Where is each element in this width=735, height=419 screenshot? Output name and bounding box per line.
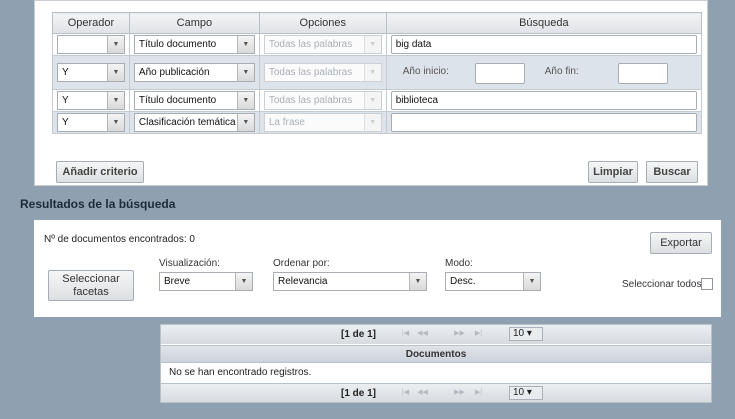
first-page-icon[interactable]: |◀ [398, 387, 413, 399]
criteria-row: Y ▼ Año publicación ▼ Todas las palabras ▼ … [52, 55, 703, 90]
prev-page-icon[interactable]: ◀◀ [415, 328, 430, 340]
year-start-label: Año inicio: [402, 65, 449, 77]
operator-select[interactable]: Y ▼ [57, 113, 125, 132]
first-page-icon[interactable]: |◀ [398, 328, 413, 340]
next-page-icon[interactable]: ▶▶ [452, 328, 467, 340]
field-select[interactable]: Título documento ▼ [133, 35, 255, 54]
export-button[interactable]: Exportar [650, 232, 712, 254]
page-size-select[interactable]: 10 ▾ [509, 386, 543, 400]
chevron-down-icon: ▼ [363, 36, 381, 53]
search-button[interactable]: Buscar [646, 161, 698, 183]
criteria-row: Y ▼ Clasificación temática ▼ La frase ▼ [52, 111, 703, 134]
chevron-down-icon: ▼ [106, 36, 124, 53]
add-criterion-button[interactable]: Añadir criterio [56, 161, 144, 183]
criteria-row: ▼ Título documento ▼ Todas las palabras ▼ … [52, 33, 703, 56]
select-all-checkbox[interactable] [701, 278, 713, 290]
page-info: [1 de 1] [341, 388, 377, 399]
search-criteria-panel: Operador Campo Opciones Búsqueda ▼ Títul… [34, 0, 708, 186]
year-end-input[interactable] [617, 62, 668, 84]
next-page-icon[interactable]: ▶▶ [452, 387, 467, 399]
visualization-label: Visualización: [159, 258, 220, 269]
year-start-input[interactable] [474, 62, 525, 84]
search-input[interactable]: biblioteca [390, 91, 697, 110]
option-select: La frase ▼ [263, 113, 382, 132]
operator-select[interactable]: Y ▼ [57, 63, 125, 82]
header-search: Búsqueda [385, 12, 703, 34]
pager-bottom: [1 de 1] |◀ ◀◀ ▶▶ ▶| 10 ▾ [161, 383, 711, 402]
prev-page-icon[interactable]: ◀◀ [415, 387, 430, 399]
select-all-label: Seleccionar todos [622, 279, 702, 290]
documents-grid: [1 de 1] |◀ ◀◀ ▶▶ ▶| 10 ▾ Documentos No … [160, 324, 712, 403]
option-select: Todas las palabras ▼ [263, 91, 382, 110]
year-end-label: Año fin: [544, 65, 579, 77]
criteria-table: Operador Campo Opciones Búsqueda ▼ Títul… [52, 12, 703, 134]
chevron-down-icon: ▼ [363, 114, 381, 131]
page-size-select[interactable]: 10 ▾ [509, 327, 543, 341]
clear-button[interactable]: Limpiar [588, 161, 638, 183]
criteria-header-row: Operador Campo Opciones Búsqueda [52, 12, 703, 34]
search-input[interactable]: big data [390, 35, 697, 54]
operator-select[interactable]: ▼ [57, 35, 125, 54]
order-label: Ordenar por: [273, 258, 330, 269]
mode-label: Modo: [445, 258, 473, 269]
operator-select[interactable]: Y ▼ [57, 91, 125, 110]
empty-message: No se han encontrado registros. [169, 367, 312, 378]
mode-select[interactable]: Desc. ▼ [445, 272, 541, 291]
field-select[interactable]: Título documento ▼ [133, 91, 255, 110]
chevron-down-icon: ▼ [236, 36, 254, 53]
page-info: [1 de 1] [341, 329, 377, 340]
field-select[interactable]: Clasificación temática ▼ [133, 113, 255, 132]
select-facets-button[interactable]: Seleccionar facetas [48, 270, 134, 301]
chevron-down-icon: ▼ [236, 64, 254, 81]
header-options: Opciones [258, 12, 387, 34]
chevron-down-icon: ▼ [106, 114, 124, 131]
chevron-down-icon: ▼ [106, 92, 124, 109]
chevron-down-icon: ▼ [106, 64, 124, 81]
field-select[interactable]: Año publicación ▼ [133, 63, 255, 82]
visualization-select[interactable]: Breve ▼ [159, 272, 253, 291]
header-field: Campo [128, 12, 260, 34]
results-panel: Nº de documentos encontrados: 0 Exportar… [34, 220, 721, 317]
chevron-down-icon: ▼ [363, 64, 381, 81]
last-page-icon[interactable]: ▶| [471, 328, 486, 340]
order-select[interactable]: Relevancia ▼ [273, 272, 427, 291]
criteria-row: Y ▼ Título documento ▼ Todas las palabras ▼… [52, 89, 703, 112]
chevron-down-icon: ▼ [363, 92, 381, 109]
option-select: Todas las palabras ▼ [263, 63, 382, 82]
search-input[interactable] [390, 113, 697, 132]
chevron-down-icon: ▼ [409, 273, 426, 290]
results-title: Resultados de la búsqueda [20, 197, 176, 211]
header-operator: Operador [52, 12, 130, 34]
chevron-down-icon: ▼ [236, 92, 254, 109]
pager-top: [1 de 1] |◀ ◀◀ ▶▶ ▶| 10 ▾ [161, 325, 711, 344]
documents-found-text: Nº de documentos encontrados: 0 [44, 234, 195, 245]
chevron-down-icon: ▼ [236, 114, 254, 131]
documents-column-header: Documentos [161, 345, 711, 363]
option-select: Todas las palabras ▼ [263, 35, 382, 54]
chevron-down-icon: ▼ [235, 273, 252, 290]
chevron-down-icon: ▼ [523, 273, 540, 290]
last-page-icon[interactable]: ▶| [471, 387, 486, 399]
